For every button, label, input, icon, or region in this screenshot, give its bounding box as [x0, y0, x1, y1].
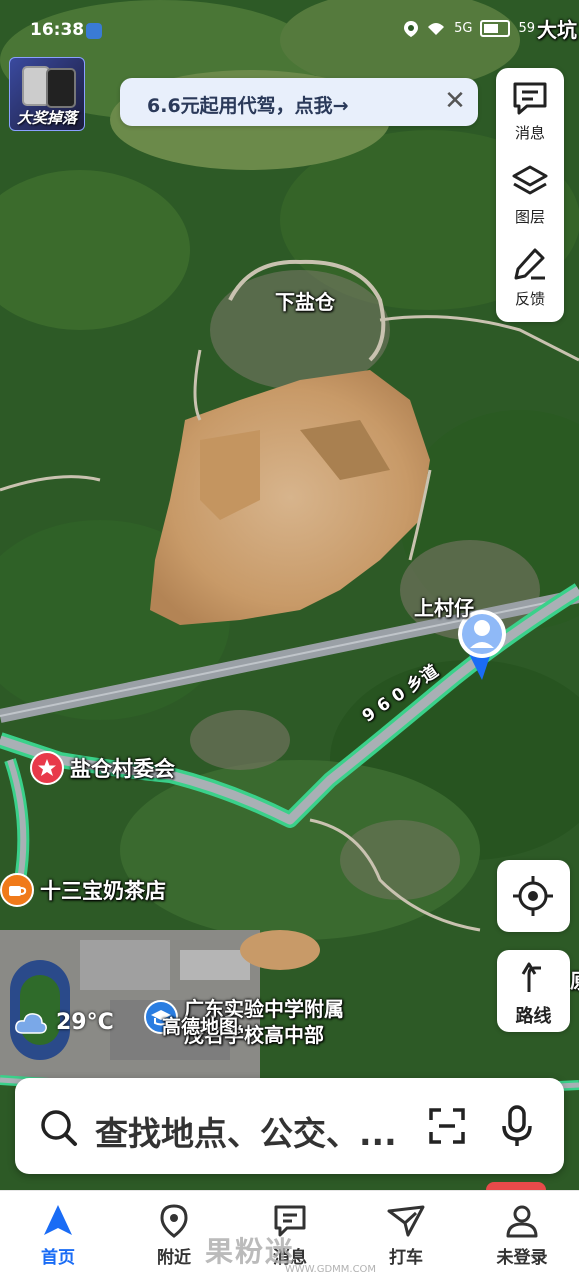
- scan-icon[interactable]: [427, 1106, 467, 1146]
- taxi-flag-icon: [387, 1205, 425, 1237]
- messages-tool-button[interactable]: 消息: [496, 68, 564, 148]
- brand-logo-text: 高德地图: [162, 1016, 239, 1038]
- promo-thumbnail[interactable]: 大奖掉落: [9, 57, 85, 131]
- weather-widget[interactable]: 29°C: [14, 1010, 114, 1035]
- battery-icon: [480, 20, 511, 37]
- search-icon: [41, 1110, 77, 1146]
- wifi-icon: [428, 22, 445, 35]
- corner-place-label[interactable]: 大坑: [537, 14, 577, 43]
- place-label-shang-cun-zai[interactable]: 上村仔: [414, 592, 474, 621]
- cloud-icon: [15, 1012, 47, 1034]
- promo-banner-text[interactable]: 6.6元起用代驾，点我→: [147, 91, 349, 118]
- promo-banner[interactable]: 6.6元起用代驾，点我→ ✕: [120, 78, 478, 126]
- tab-account-label: 未登录: [496, 1248, 548, 1268]
- tab-taxi[interactable]: 打车: [348, 1203, 464, 1268]
- crosshair-icon: [513, 876, 553, 916]
- route-label: 路线: [515, 1006, 552, 1027]
- location-pin-icon: [160, 1204, 188, 1238]
- close-icon[interactable]: ✕: [440, 86, 470, 116]
- message-icon: [513, 82, 547, 115]
- coffee-cup-icon[interactable]: [0, 873, 34, 907]
- phone-image-dark: [46, 68, 76, 108]
- layers-tool-button[interactable]: 图层: [496, 152, 564, 232]
- navigation-arrow-icon: [44, 1205, 72, 1235]
- place-label-xia-yan-cang[interactable]: 下盐仓: [275, 286, 335, 315]
- app-notification-icon: [86, 23, 102, 39]
- feedback-pen-icon: [514, 248, 545, 280]
- route-turn-icon: [521, 962, 541, 992]
- promo-thumb-label: 大奖掉落: [16, 109, 77, 127]
- map-edge-label: 原: [570, 965, 579, 994]
- layers-icon: [512, 165, 548, 195]
- microphone-icon[interactable]: [499, 1104, 535, 1148]
- status-bar: 16:38 5G 59: [0, 18, 579, 46]
- feedback-tool-button[interactable]: 反馈: [496, 234, 564, 314]
- poi-label-village-committee[interactable]: 盐仓村委会: [70, 753, 175, 783]
- network-type: 5G: [454, 21, 473, 36]
- poi-label-milk-tea-shop[interactable]: 十三宝奶茶店: [40, 875, 166, 905]
- status-icons: 5G 59: [404, 20, 535, 37]
- messages-tool-label: 消息: [514, 124, 545, 142]
- route-button[interactable]: 路线: [497, 950, 570, 1032]
- location-status-icon: [404, 20, 419, 37]
- watermark-url: WWW.GDMM.COM: [285, 1264, 377, 1275]
- tab-home[interactable]: 首页: [0, 1203, 116, 1268]
- status-time: 16:38: [30, 20, 85, 40]
- watermark: 果粉迷: [205, 1235, 296, 1268]
- search-placeholder[interactable]: 查找地点、公交、...: [95, 1107, 397, 1155]
- battery-level: 59: [518, 21, 535, 36]
- star-pin-icon[interactable]: [30, 751, 64, 785]
- map-tools-panel: 消息 图层 反馈: [496, 68, 564, 322]
- feedback-tool-label: 反馈: [514, 290, 545, 308]
- tab-account[interactable]: 未登录: [464, 1203, 579, 1268]
- tab-home-label: 首页: [41, 1248, 75, 1268]
- user-icon: [506, 1205, 538, 1238]
- layers-tool-label: 图层: [514, 208, 545, 226]
- search-bar[interactable]: 查找地点、公交、...: [15, 1078, 564, 1174]
- locate-button[interactable]: [497, 860, 570, 932]
- weather-temp: 29°C: [56, 1010, 114, 1035]
